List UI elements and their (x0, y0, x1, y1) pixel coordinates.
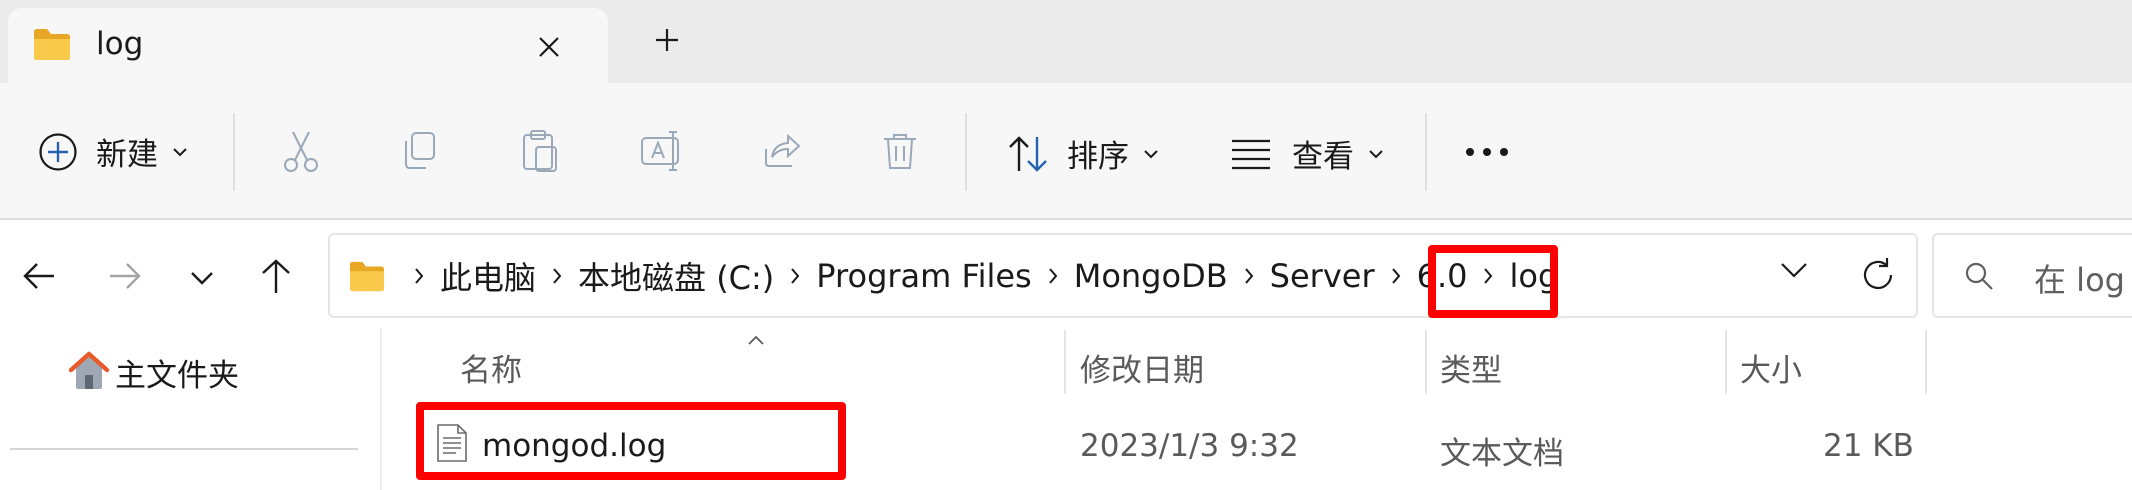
file-modified: 2023/1/3 9:32 (1080, 428, 1299, 464)
delete-icon[interactable] (882, 131, 918, 171)
new-button[interactable]: 新建 (38, 129, 188, 174)
column-separator (1925, 330, 1927, 394)
column-separator (1425, 330, 1427, 394)
breadcrumb-local-disk-c[interactable]: 本地磁盘 (C:) (578, 253, 774, 299)
share-icon[interactable] (762, 131, 802, 169)
column-header-type[interactable]: 类型 (1440, 345, 1502, 390)
view-label: 查看 (1292, 139, 1354, 175)
sort-icon (1007, 135, 1049, 173)
chevron-right-icon (1391, 267, 1401, 285)
highlight-box-file (416, 402, 846, 480)
back-arrow-icon[interactable] (22, 260, 56, 296)
column-header-name[interactable]: 名称 (460, 345, 522, 390)
home-icon (68, 349, 110, 395)
cut-icon[interactable] (281, 130, 321, 174)
breadcrumb-program-files[interactable]: Program Files (816, 257, 1031, 295)
rename-icon[interactable] (640, 130, 684, 172)
plus-icon[interactable] (655, 28, 679, 56)
sort-label: 排序 (1067, 139, 1129, 175)
chevron-down-icon (1368, 144, 1384, 163)
chevron-right-icon (414, 267, 424, 285)
chevron-right-icon (1048, 267, 1058, 285)
chevron-right-icon (552, 267, 562, 285)
folder-icon (32, 26, 72, 66)
copy-icon[interactable] (400, 131, 438, 171)
chevron-down-icon[interactable] (1780, 262, 1808, 282)
address-bar[interactable]: 此电脑 本地磁盘 (C:) Program Files MongoDB Serv… (328, 233, 1918, 318)
chevron-down-icon (1143, 144, 1159, 163)
column-separator (1725, 330, 1727, 394)
up-arrow-icon[interactable] (259, 258, 293, 298)
sort-ascending-icon (747, 330, 765, 349)
highlight-box-breadcrumb (1428, 245, 1558, 318)
nav-divider (10, 448, 358, 450)
refresh-icon[interactable] (1860, 257, 1896, 297)
close-icon[interactable] (538, 36, 560, 62)
paste-icon[interactable] (521, 129, 559, 173)
toolbar-separator (965, 113, 967, 191)
search-box[interactable]: 在 log 中 (1932, 233, 2132, 318)
search-icon (1964, 261, 1994, 295)
view-button[interactable]: 查看 (1230, 131, 1384, 176)
chevron-right-icon (790, 267, 800, 285)
sidebar-item-home[interactable]: 主文件夹 (115, 350, 239, 395)
toolbar-separator (233, 113, 235, 191)
chevron-down-icon (172, 142, 188, 161)
new-label: 新建 (96, 137, 158, 173)
tab-log[interactable]: log (8, 8, 608, 83)
tab-title: log (96, 26, 144, 62)
column-header-modified[interactable]: 修改日期 (1080, 345, 1204, 390)
file-type: 文本文档 (1440, 436, 1564, 472)
sort-button[interactable]: 排序 (1007, 131, 1159, 176)
toolbar-divider (0, 218, 2132, 220)
breadcrumb-mongodb[interactable]: MongoDB (1074, 257, 1228, 295)
pane-divider (380, 328, 382, 490)
plus-circle-icon (38, 132, 78, 172)
breadcrumb-server[interactable]: Server (1270, 257, 1375, 295)
more-options-icon[interactable] (1465, 147, 1509, 157)
recent-locations-chevron-icon[interactable] (190, 270, 214, 289)
column-separator (1064, 330, 1066, 394)
toolbar-separator (1425, 113, 1427, 191)
list-view-icon (1230, 137, 1272, 171)
search-input[interactable]: 在 log 中 (2034, 255, 2132, 301)
file-size: 21 KB (1823, 428, 1914, 464)
breadcrumb-this-pc[interactable]: 此电脑 (440, 253, 536, 299)
chevron-right-icon (1244, 267, 1254, 285)
column-header-size[interactable]: 大小 (1740, 345, 1802, 390)
breadcrumb: 此电脑 本地磁盘 (C:) Program Files MongoDB Serv… (398, 235, 1558, 316)
folder-icon (348, 259, 386, 297)
forward-arrow-icon[interactable] (108, 260, 142, 296)
